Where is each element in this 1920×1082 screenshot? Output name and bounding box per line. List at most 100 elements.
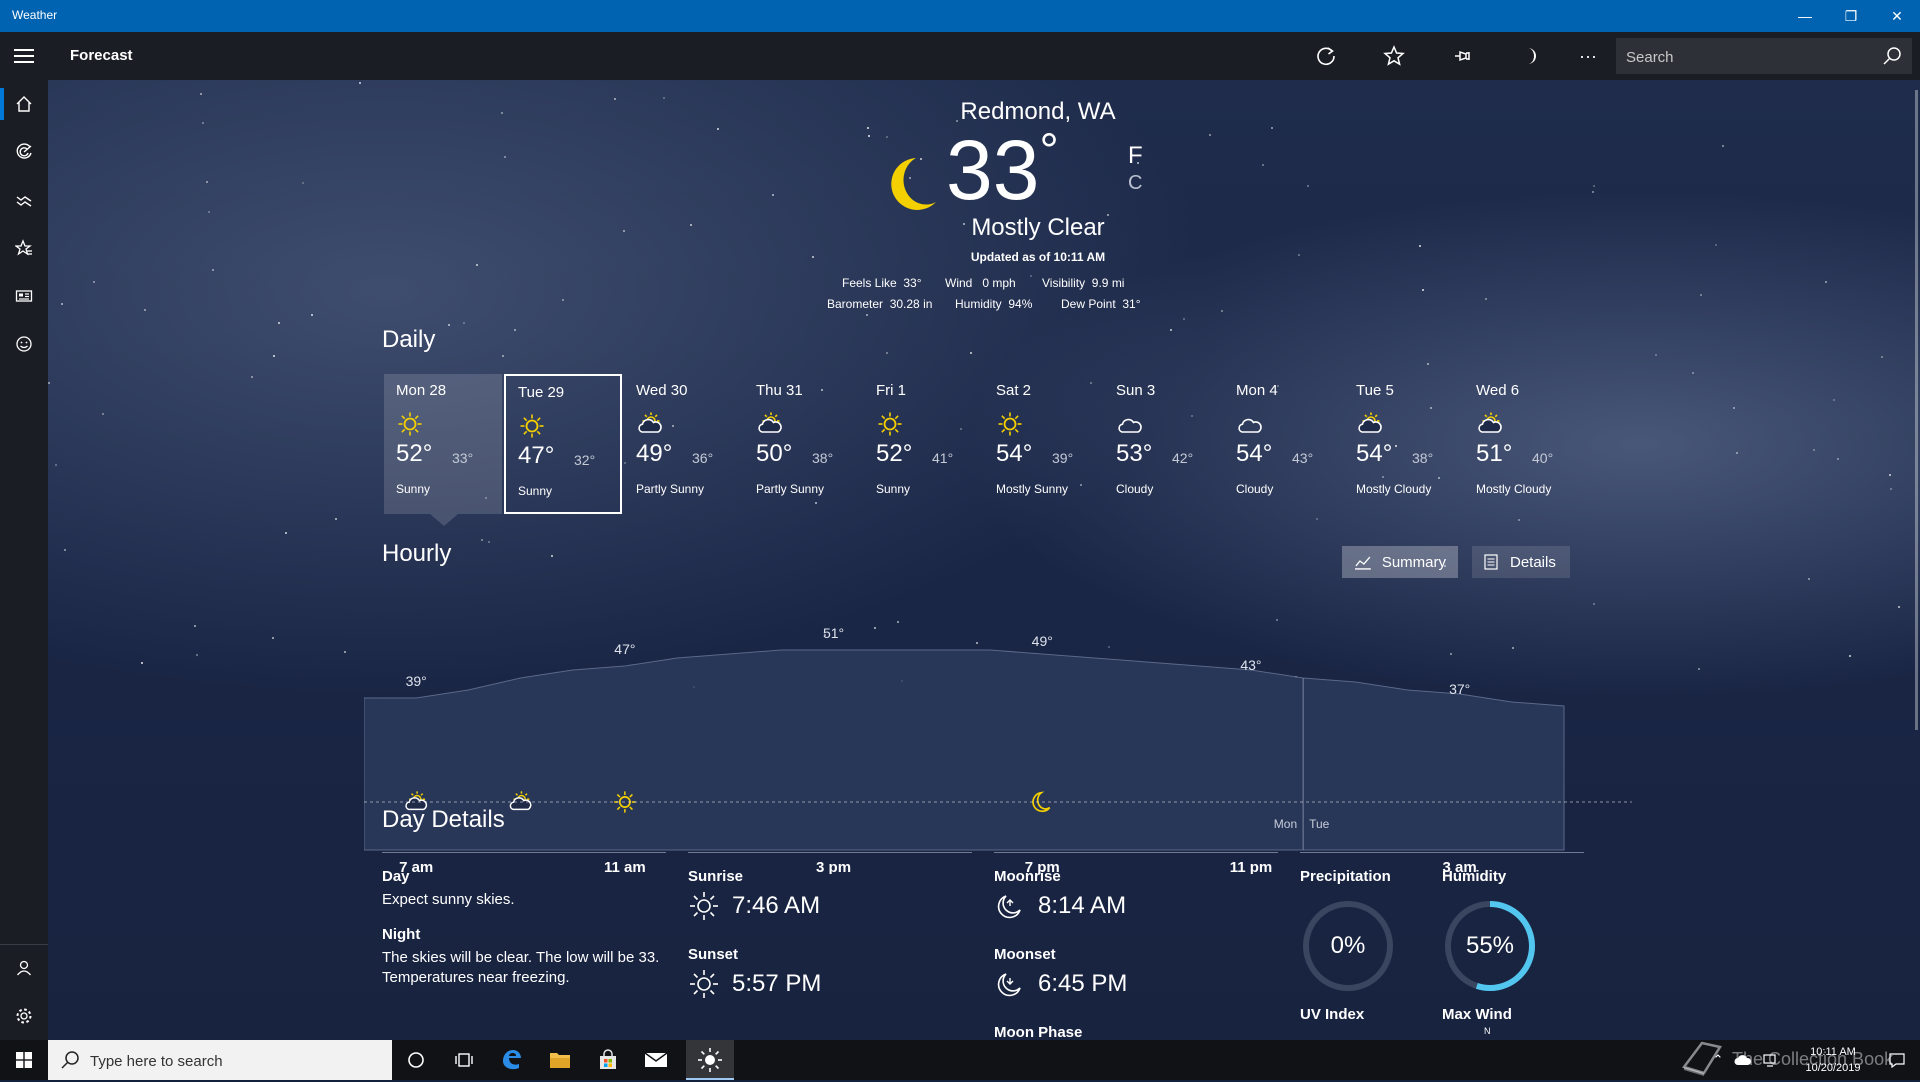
favorites-list-icon bbox=[15, 239, 32, 256]
star bbox=[481, 539, 483, 541]
star bbox=[1715, 244, 1717, 246]
star bbox=[1808, 578, 1810, 580]
watermark-text: The Collection Book bbox=[1732, 1049, 1894, 1069]
star bbox=[504, 156, 506, 158]
mail-taskbar-button[interactable] bbox=[632, 1040, 680, 1080]
cortana-button[interactable] bbox=[392, 1040, 440, 1080]
current-condition: Mostly Clear bbox=[971, 214, 1105, 241]
taskbar: ⌃ 10:11 AM 10/20/2019 bbox=[0, 1040, 1920, 1082]
humidity: Humidity 94% bbox=[955, 297, 1032, 311]
nav-maps[interactable] bbox=[0, 128, 48, 176]
hamburger-menu-button[interactable] bbox=[0, 32, 48, 80]
barometer: Barometer 30.28 in bbox=[827, 297, 932, 311]
close-button[interactable]: ✕ bbox=[1874, 0, 1920, 32]
humidity-detail-label: Humidity bbox=[1442, 868, 1507, 885]
star bbox=[1889, 474, 1891, 476]
star bbox=[1593, 185, 1595, 187]
star bbox=[278, 322, 280, 324]
taskbar-search-box[interactable] bbox=[48, 1040, 392, 1082]
minimize-button[interactable]: — bbox=[1782, 0, 1828, 32]
sunrise-time: 7:46 AM bbox=[732, 892, 821, 919]
daily-card[interactable]: Mon 28 52° 33° Sunny bbox=[384, 374, 502, 514]
star bbox=[501, 112, 503, 114]
star bbox=[335, 518, 337, 520]
daily-card[interactable]: Tue 5 54° 38° Mostly Cloudy bbox=[1344, 374, 1462, 514]
precipitation-gauge: 0% bbox=[1300, 898, 1396, 994]
humidity-value: 94% bbox=[1008, 297, 1033, 311]
unit-celsius[interactable]: C bbox=[1128, 172, 1142, 195]
details-toggle-button[interactable]: Details bbox=[1472, 546, 1570, 578]
search-button[interactable] bbox=[1878, 42, 1906, 70]
divider bbox=[994, 852, 1278, 853]
search-box[interactable] bbox=[1616, 38, 1912, 76]
weather-taskbar-button[interactable] bbox=[686, 1040, 734, 1080]
nav-places[interactable] bbox=[0, 224, 48, 272]
unit-fahrenheit[interactable]: F bbox=[1128, 142, 1143, 170]
star bbox=[1722, 145, 1724, 147]
daily-card[interactable]: Sat 2 54° 39° Mostly Sunny bbox=[984, 374, 1102, 514]
cloud-icon bbox=[1118, 418, 1142, 433]
dew-point: Dew Point 31° bbox=[1061, 297, 1141, 311]
night-mode-button[interactable] bbox=[1506, 32, 1554, 80]
daily-card[interactable]: Wed 6 51° 40° Mostly Cloudy bbox=[1464, 374, 1582, 514]
day-condition: Partly Sunny bbox=[636, 482, 705, 496]
line-chart-icon bbox=[1354, 556, 1371, 570]
day-high-temp: 50° bbox=[756, 440, 793, 467]
store-taskbar-button[interactable] bbox=[584, 1040, 632, 1080]
moonrise-time: 8:14 AM bbox=[1038, 892, 1127, 919]
star bbox=[208, 211, 210, 213]
star bbox=[614, 98, 616, 100]
day-name: Tue 29 bbox=[518, 384, 565, 401]
moonrise-label: Moonrise bbox=[994, 868, 1061, 885]
star bbox=[1736, 452, 1738, 454]
crescent-moon-icon bbox=[1528, 48, 1536, 64]
search-input[interactable] bbox=[1616, 38, 1878, 76]
favorite-button[interactable] bbox=[1370, 32, 1418, 80]
hourly-time-label: 11 pm bbox=[1230, 859, 1273, 874]
restore-button[interactable]: ❐ bbox=[1828, 0, 1874, 32]
chart-icon bbox=[16, 196, 32, 207]
daily-card[interactable]: Thu 31 50° 38° Partly Sunny bbox=[744, 374, 862, 514]
more-icon: ··· bbox=[1579, 45, 1597, 66]
humidity-label: Humidity bbox=[955, 297, 1002, 311]
summary-toggle-button[interactable]: Summary bbox=[1342, 546, 1458, 578]
star bbox=[200, 93, 202, 95]
page-scrollbar[interactable] bbox=[1915, 90, 1918, 730]
daily-card[interactable]: Fri 1 52° 41° Sunny bbox=[864, 374, 982, 514]
day-high-temp: 54° bbox=[1236, 440, 1273, 467]
star bbox=[1825, 281, 1827, 283]
night-description-line-2: Temperatures near freezing. bbox=[382, 969, 570, 986]
star bbox=[772, 194, 774, 196]
hourly-chart[interactable]: Mon Tue 39°47°51° 49°43°37° 7 am 11 am 3 pm 7… bbox=[364, 594, 1632, 874]
nav-feedback[interactable] bbox=[0, 320, 48, 368]
nav-historical[interactable] bbox=[0, 176, 48, 224]
daily-card[interactable]: Wed 30 49° 36° Partly Sunny bbox=[624, 374, 742, 514]
file-explorer-taskbar-button[interactable] bbox=[536, 1040, 584, 1080]
daily-card[interactable]: Sun 3 53° 42° Cloudy bbox=[1104, 374, 1222, 514]
task-view-button[interactable] bbox=[440, 1040, 488, 1080]
moonset-time: 6:45 PM bbox=[1038, 970, 1128, 997]
nav-account[interactable] bbox=[0, 944, 48, 992]
taskbar-search-input[interactable] bbox=[88, 1040, 382, 1082]
daily-card[interactable]: Tue 29 47° 32° Sunny bbox=[504, 374, 622, 514]
star bbox=[206, 181, 208, 183]
day-low-temp: 42° bbox=[1172, 450, 1194, 466]
star bbox=[623, 230, 625, 232]
pin-button[interactable] bbox=[1438, 32, 1486, 80]
refresh-button[interactable] bbox=[1302, 32, 1350, 80]
home-icon bbox=[16, 96, 32, 112]
star bbox=[272, 637, 274, 639]
edge-taskbar-button[interactable] bbox=[488, 1040, 536, 1080]
more-options-button[interactable]: ··· bbox=[1564, 32, 1612, 80]
day-icon-wrapper bbox=[996, 410, 1024, 438]
moonset-label: Moonset bbox=[994, 946, 1056, 963]
day-name: Thu 31 bbox=[756, 382, 803, 399]
nav-news[interactable] bbox=[0, 272, 48, 320]
nav-forecast[interactable] bbox=[0, 80, 48, 128]
start-button[interactable] bbox=[0, 1040, 48, 1080]
hourly-temp-label: 51° bbox=[823, 625, 844, 641]
daily-card[interactable]: Mon 4 54° 43° Cloudy bbox=[1224, 374, 1342, 514]
nav-settings[interactable] bbox=[0, 992, 48, 1040]
day-name: Wed 30 bbox=[636, 382, 688, 399]
star bbox=[1849, 655, 1851, 657]
